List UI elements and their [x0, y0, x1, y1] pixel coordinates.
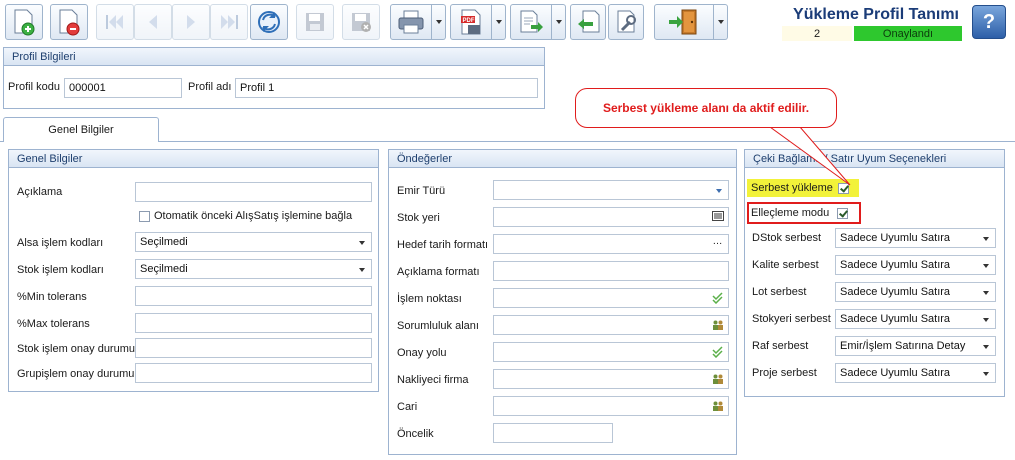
callout-pointer-mask: [771, 125, 799, 127]
